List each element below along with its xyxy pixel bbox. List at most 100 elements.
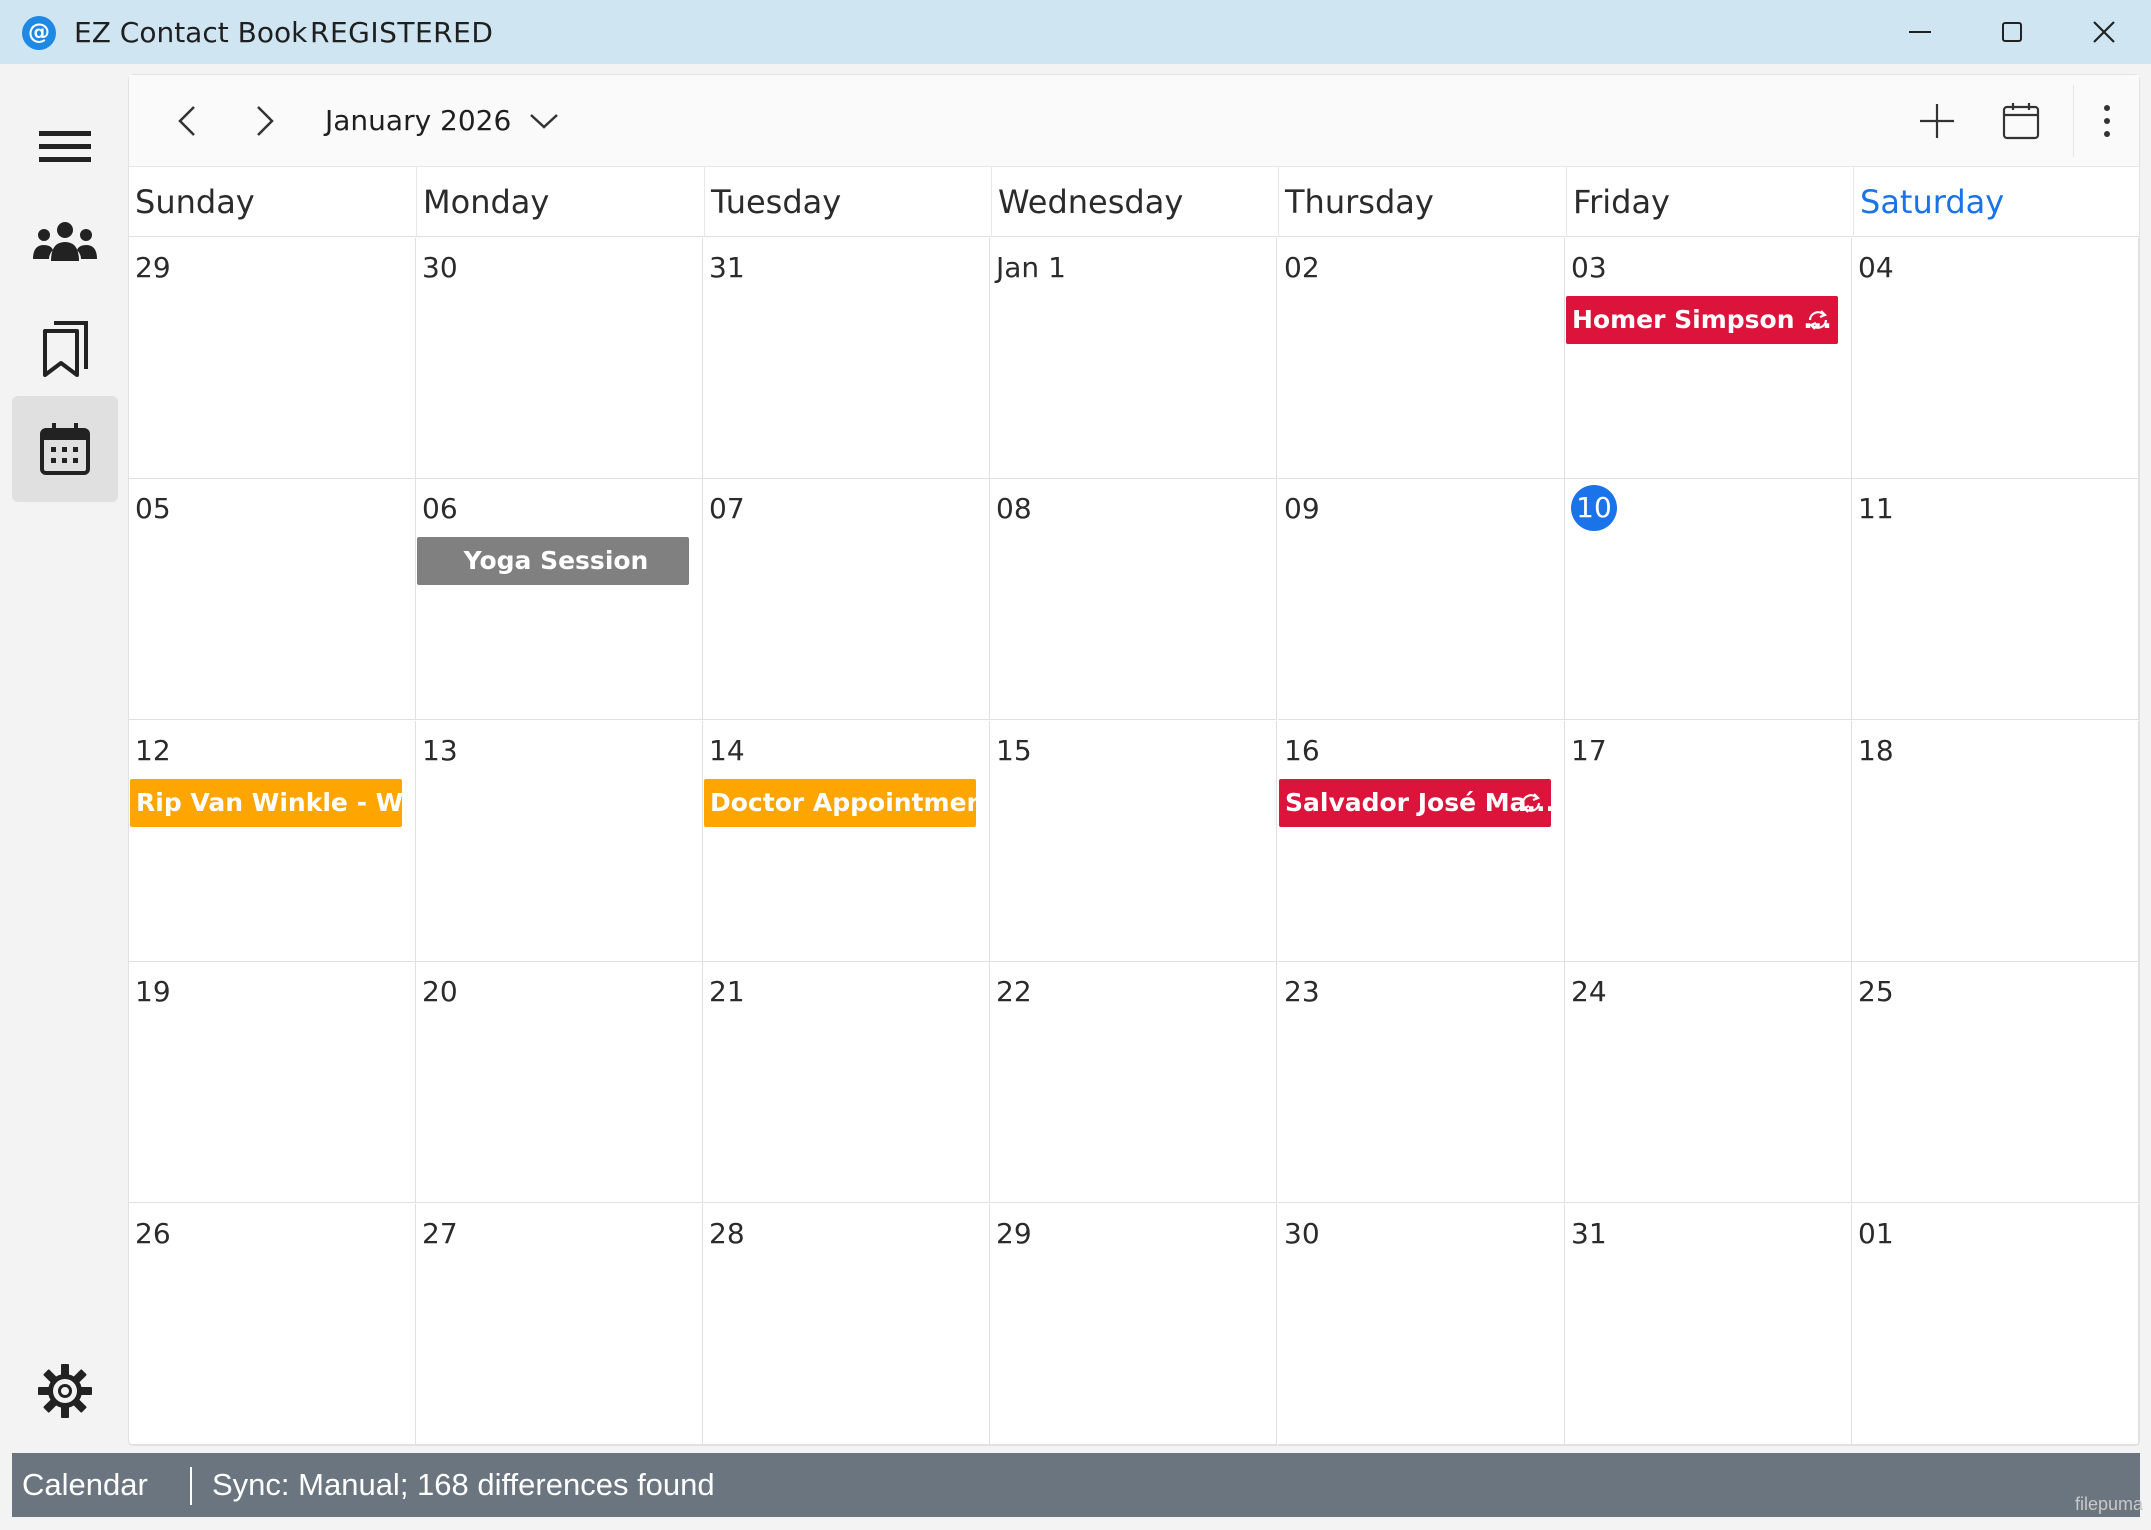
registration-status: REGISTERED <box>310 16 494 49</box>
day-cell[interactable]: 25 <box>1852 962 2139 1203</box>
day-cell[interactable]: 19 <box>129 962 416 1203</box>
day-cell[interactable]: 14 <box>703 721 990 962</box>
add-event-button[interactable] <box>1909 93 1965 149</box>
prev-month-button[interactable] <box>159 93 215 149</box>
day-cell[interactable]: 31 <box>1565 1204 1852 1445</box>
day-cell[interactable]: 17 <box>1565 721 1852 962</box>
event-title: Rip Van Winkle - Wa... <box>136 788 402 817</box>
weekday-saturday: Saturday <box>1853 167 2140 237</box>
toolbar-separator <box>2073 85 2074 157</box>
calendar-icon <box>40 423 90 475</box>
day-cell[interactable]: 08 <box>990 479 1277 720</box>
day-number: 31 <box>709 251 745 284</box>
nav-contacts[interactable] <box>12 190 118 296</box>
day-cell[interactable]: 31 <box>703 238 990 479</box>
day-number: 13 <box>422 734 458 767</box>
day-cell[interactable]: 21 <box>703 962 990 1203</box>
day-cell[interactable]: 20 <box>416 962 703 1203</box>
day-cell[interactable]: 11 <box>1852 479 2139 720</box>
day-number: 09 <box>1284 492 1320 525</box>
day-number: 17 <box>1571 734 1607 767</box>
day-number: 31 <box>1571 1217 1607 1250</box>
day-cell[interactable]: 28 <box>703 1204 990 1445</box>
day-cell[interactable]: 03 <box>1565 238 1852 479</box>
day-cell[interactable]: 18 <box>1852 721 2139 962</box>
calendar-event[interactable]: Doctor Appointment <box>704 779 976 827</box>
more-options-button[interactable] <box>2087 93 2127 149</box>
calendar-toolbar: January 2026 <box>129 75 2139 167</box>
day-number: 20 <box>422 975 458 1008</box>
status-view-label: Calendar <box>22 1467 148 1502</box>
day-number: 30 <box>422 251 458 284</box>
day-cell[interactable]: 04 <box>1852 238 2139 479</box>
day-number: 18 <box>1858 734 1894 767</box>
calendar-event[interactable]: Rip Van Winkle - Wa... <box>130 779 402 827</box>
nav-calendar[interactable] <box>12 396 118 502</box>
day-number: 23 <box>1284 975 1320 1008</box>
day-number: 08 <box>996 492 1032 525</box>
people-group-icon <box>33 222 97 261</box>
day-number: 16 <box>1284 734 1320 767</box>
day-cell[interactable]: 27 <box>416 1204 703 1445</box>
day-cell[interactable]: 30 <box>416 238 703 479</box>
day-cell[interactable]: 01 <box>1852 1204 2139 1445</box>
day-cell[interactable]: 26 <box>129 1204 416 1445</box>
day-cell[interactable]: 06 <box>416 479 703 720</box>
day-cell[interactable]: 23 <box>1278 962 1565 1203</box>
calendar-event[interactable]: Yoga Session <box>417 537 689 585</box>
sync-status: Sync: Manual; 168 differences found <box>212 1467 715 1502</box>
day-number: 19 <box>135 975 171 1008</box>
day-cell[interactable]: 30 <box>1278 1204 1565 1445</box>
day-number: 01 <box>1858 1217 1894 1250</box>
day-number: 04 <box>1858 251 1894 284</box>
day-number: 15 <box>996 734 1032 767</box>
maximize-button[interactable] <box>1966 0 2058 64</box>
hamburger-menu-button[interactable] <box>12 94 118 200</box>
day-cell[interactable]: 13 <box>416 721 703 962</box>
weekday-tuesday: Tuesday <box>704 167 991 237</box>
day-cell[interactable]: 24 <box>1565 962 1852 1203</box>
weekday-wednesday: Wednesday <box>991 167 1278 237</box>
weekday-sunday: Sunday <box>135 183 255 221</box>
day-cell[interactable]: 29 <box>129 238 416 479</box>
day-cell[interactable]: 09 <box>1278 479 1565 720</box>
app-title: EZ Contact Book <box>74 16 308 49</box>
day-cell[interactable]: 22 <box>990 962 1277 1203</box>
day-number: 05 <box>135 492 171 525</box>
month-label: January 2026 <box>325 104 512 137</box>
day-cell[interactable]: 16 <box>1278 721 1565 962</box>
day-number: 26 <box>135 1217 171 1250</box>
maximize-icon <box>2002 22 2022 42</box>
recurring-sync-icon <box>1521 793 1541 813</box>
day-number: 22 <box>996 975 1032 1008</box>
chevron-left-icon <box>178 106 195 136</box>
day-cell[interactable]: 29 <box>990 1204 1277 1445</box>
nav-bookmarks[interactable] <box>12 296 118 402</box>
event-title: Yoga Session <box>463 546 649 575</box>
day-cell[interactable]: 12 <box>129 721 416 962</box>
day-cell[interactable]: 05 <box>129 479 416 720</box>
day-cell[interactable]: 02 <box>1278 238 1565 479</box>
minimize-button[interactable] <box>1874 0 1966 64</box>
nav-rail <box>0 64 128 1448</box>
day-number: 14 <box>709 734 745 767</box>
calendar-event[interactable]: Salvador José Ma... <box>1279 779 1551 827</box>
month-picker[interactable]: January 2026 <box>325 95 559 147</box>
calendar-event[interactable]: Homer Simpson ... <box>1566 296 1838 344</box>
day-cell[interactable]: 07 <box>703 479 990 720</box>
month-grid: 29 30 31 Jan 1 02 03 04 05 06 07 08 09 10 11 12 13 14 15 1… <box>129 238 2139 1445</box>
day-cell[interactable]: 10 <box>1565 479 1852 720</box>
recurring-sync-icon <box>1808 310 1828 330</box>
next-month-button[interactable] <box>237 93 293 149</box>
gear-icon <box>38 1364 92 1418</box>
today-button[interactable] <box>1993 93 2049 149</box>
day-number: 29 <box>996 1217 1032 1250</box>
day-number: 12 <box>135 734 171 767</box>
day-cell[interactable]: Jan 1 <box>990 238 1277 479</box>
day-cell[interactable]: 15 <box>990 721 1277 962</box>
bookmarks-icon <box>43 321 88 377</box>
app-icon: @ <box>22 16 56 50</box>
nav-settings[interactable] <box>12 1338 118 1444</box>
close-button[interactable] <box>2058 0 2150 64</box>
chevron-right-icon <box>257 106 274 136</box>
